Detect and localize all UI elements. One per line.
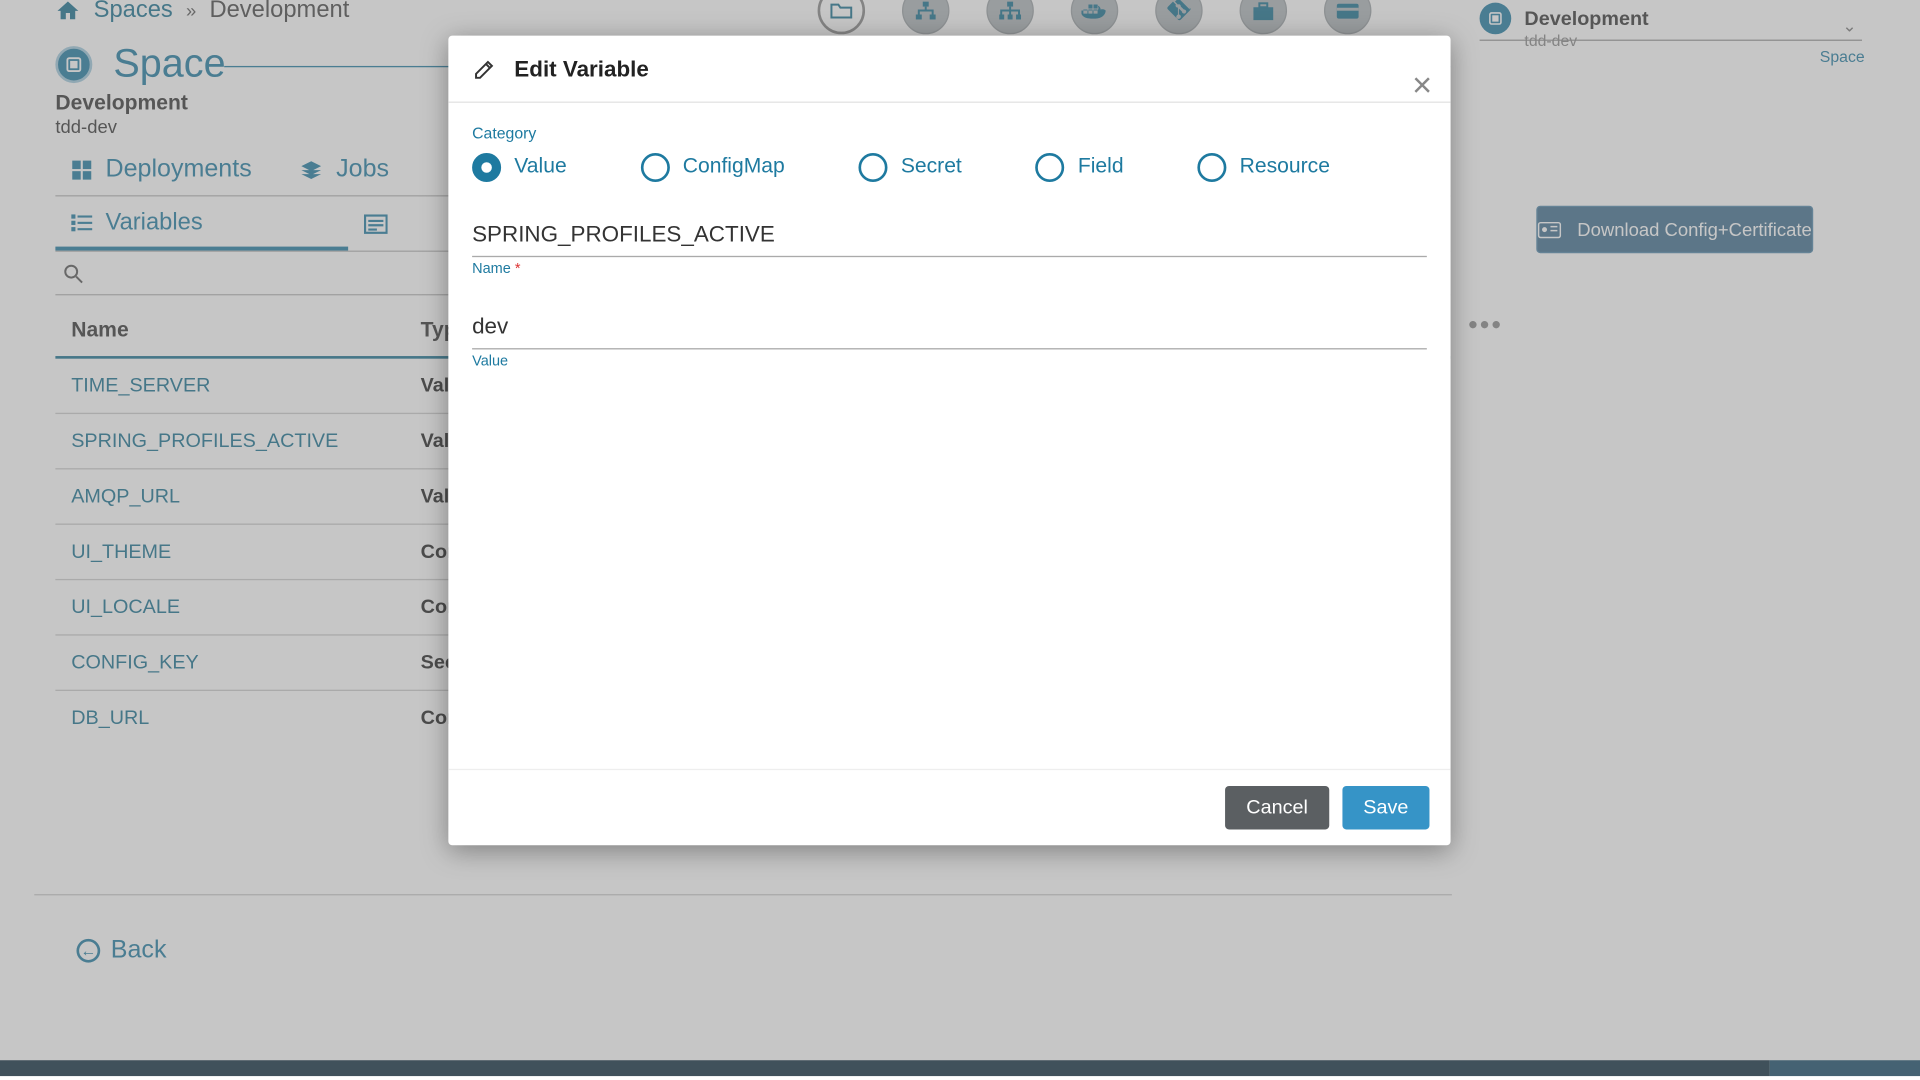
grid-icon — [71, 160, 92, 181]
right-panel-title: Development — [1524, 7, 1862, 29]
edit-icon — [472, 58, 496, 82]
col-header-name[interactable]: Name — [71, 319, 420, 343]
radio-label: Field — [1078, 156, 1124, 180]
category-label: Category — [472, 124, 1427, 142]
sitemap-icon[interactable] — [986, 0, 1033, 34]
modal-title: Edit Variable — [514, 57, 649, 83]
back-link[interactable]: ← Back — [76, 936, 166, 965]
download-label: Download Config+Certificate — [1577, 219, 1812, 240]
radio-value[interactable]: Value — [472, 153, 567, 182]
footer-segment — [1770, 1060, 1920, 1076]
cell-name[interactable]: UI_LOCALE — [71, 596, 420, 618]
right-panel-kind[interactable]: Space — [1820, 47, 1865, 65]
radio-configmap[interactable]: ConfigMap — [641, 153, 785, 182]
tab-details[interactable] — [348, 198, 403, 251]
radio-icon — [859, 153, 888, 182]
radio-icon — [1197, 153, 1226, 182]
page-title: Space — [113, 42, 225, 87]
breadcrumb-current: Development — [209, 0, 349, 24]
page-subtitle: Development — [55, 92, 187, 116]
tab-jobs[interactable]: Jobs — [283, 145, 420, 195]
divider — [34, 894, 1452, 895]
git-icon[interactable] — [1155, 0, 1202, 34]
page-subcode: tdd-dev — [55, 116, 117, 137]
radio-label: Value — [514, 156, 566, 180]
list-icon — [71, 213, 92, 231]
radio-icon — [641, 153, 670, 182]
tab-label: Variables — [105, 208, 202, 236]
home-icon[interactable] — [55, 0, 80, 21]
layers-icon — [299, 160, 323, 181]
category-radios: Value ConfigMap Secret Field Resource — [472, 153, 1427, 182]
folder-icon[interactable] — [818, 0, 865, 34]
toolbar-icons — [818, 0, 1372, 34]
name-label: Name — [472, 261, 511, 277]
card-icon[interactable] — [1324, 0, 1371, 34]
close-icon[interactable]: × — [1412, 65, 1432, 106]
name-input[interactable] — [472, 216, 1427, 257]
chevron-down-icon[interactable]: ⌄ — [1842, 16, 1856, 37]
cell-name[interactable]: UI_THEME — [71, 541, 420, 563]
cell-name[interactable]: CONFIG_KEY — [71, 651, 420, 673]
space-icon — [1480, 3, 1512, 35]
id-card-icon — [1538, 221, 1562, 238]
radio-field[interactable]: Field — [1036, 153, 1124, 182]
cancel-button[interactable]: Cancel — [1225, 786, 1329, 830]
back-label: Back — [111, 936, 167, 965]
radio-label: ConfigMap — [683, 156, 785, 180]
value-input[interactable] — [472, 309, 1427, 350]
breadcrumb-root[interactable]: Spaces — [94, 0, 173, 24]
radio-resource[interactable]: Resource — [1197, 153, 1330, 182]
download-config-button[interactable]: Download Config+Certificate — [1536, 206, 1813, 253]
tab-deployments[interactable]: Deployments — [55, 145, 283, 195]
tab-label: Jobs — [336, 156, 389, 185]
cell-name[interactable]: DB_URL — [71, 707, 420, 729]
radio-secret[interactable]: Secret — [859, 153, 962, 182]
radio-icon — [1036, 153, 1065, 182]
cell-name[interactable]: AMQP_URL — [71, 485, 420, 507]
radio-icon — [472, 153, 501, 182]
right-panel-sub: tdd-dev — [1524, 31, 1577, 49]
right-panel-header[interactable]: Development tdd-dev ⌄ — [1480, 3, 1862, 41]
breadcrumb: Spaces » Development — [55, 0, 349, 24]
network-icon[interactable] — [902, 0, 949, 34]
edit-variable-modal: Edit Variable × Category Value ConfigMap… — [448, 36, 1450, 846]
arrow-left-icon: ← — [76, 939, 100, 963]
cell-name[interactable]: TIME_SERVER — [71, 375, 420, 397]
docker-icon[interactable] — [1071, 0, 1118, 34]
space-icon — [55, 46, 92, 83]
briefcase-icon[interactable] — [1240, 0, 1287, 34]
tab-label: Deployments — [105, 156, 251, 185]
radio-label: Resource — [1240, 156, 1330, 180]
cell-name[interactable]: SPRING_PROFILES_ACTIVE — [71, 430, 420, 452]
value-label: Value — [472, 353, 1427, 369]
breadcrumb-separator: » — [186, 0, 196, 20]
details-icon — [364, 214, 388, 235]
required-mark: * — [511, 261, 521, 277]
save-button[interactable]: Save — [1342, 786, 1429, 830]
more-icon[interactable]: ●●● — [1468, 314, 1503, 334]
tab-variables[interactable]: Variables — [55, 198, 347, 251]
radio-label: Secret — [901, 156, 962, 180]
footer-bar — [0, 1060, 1770, 1076]
